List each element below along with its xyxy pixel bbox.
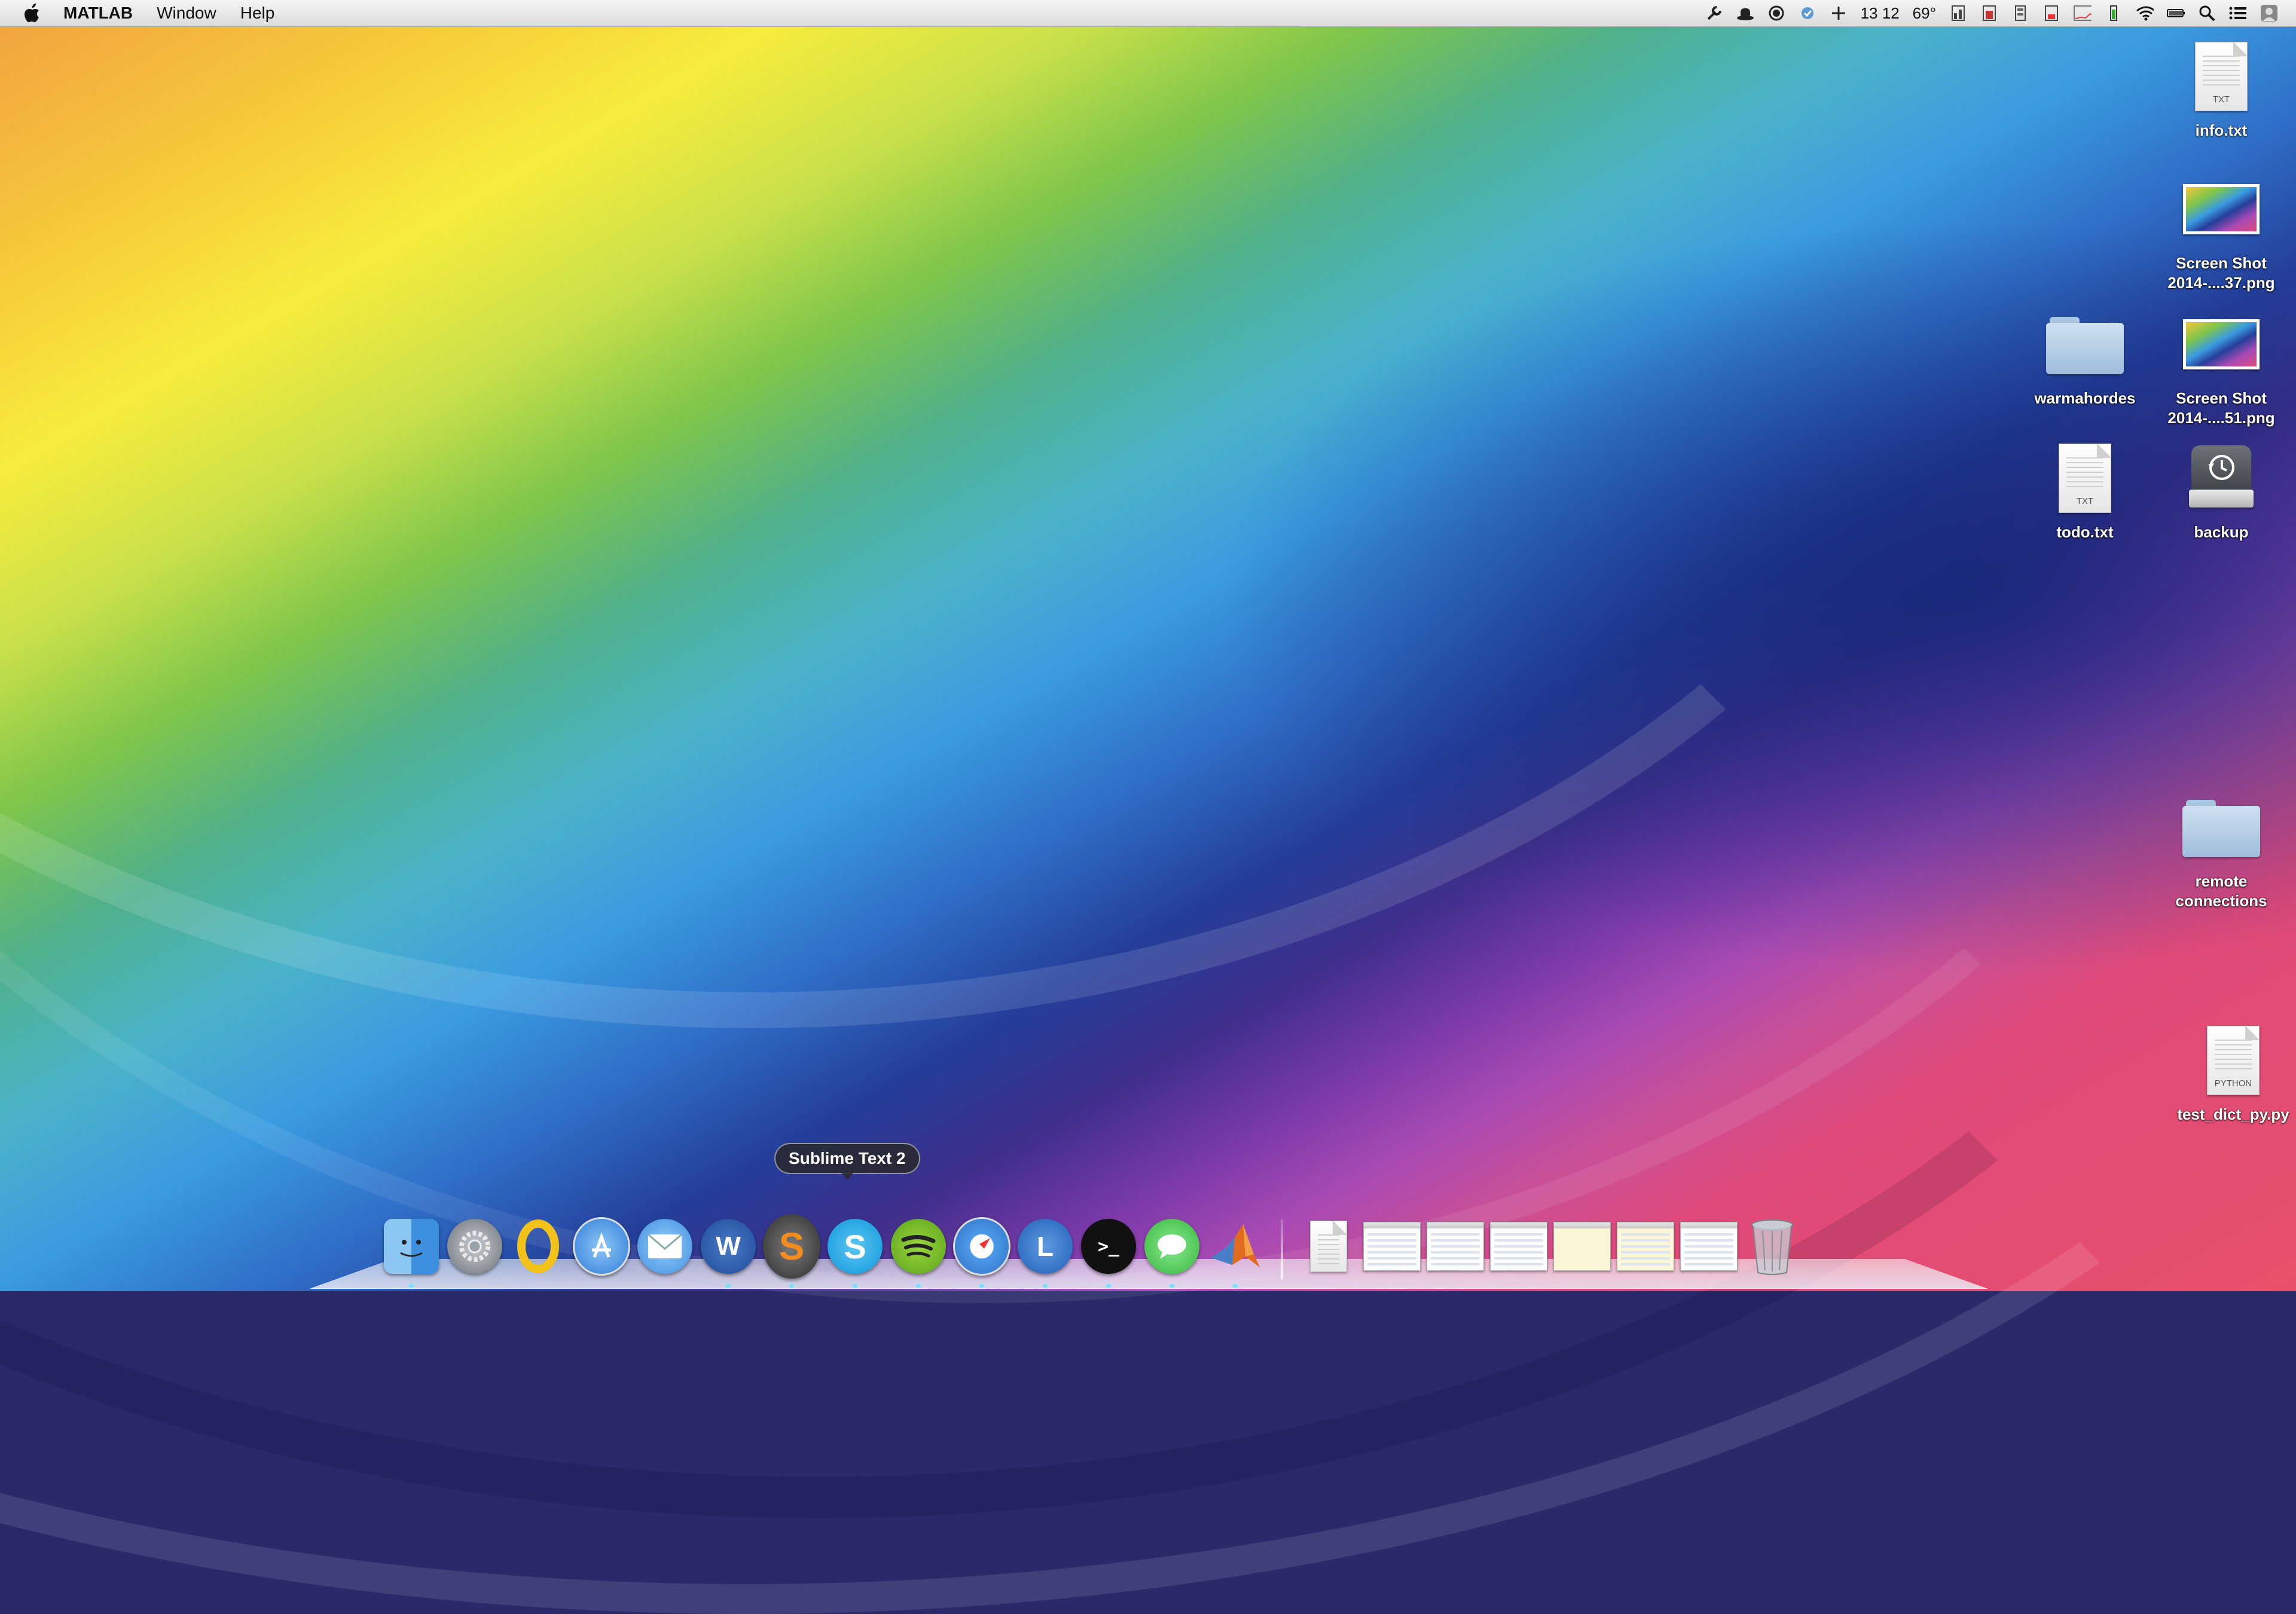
dock-item-app-store[interactable] [573,1213,630,1279]
desktop-icon-label: todo.txt [2056,523,2114,541]
finder-icon [384,1219,439,1274]
desktop-icon-label: info.txt [2195,121,2248,139]
wifi-icon[interactable] [2136,4,2154,22]
dock-minimized-window-5[interactable] [1617,1213,1674,1279]
text-file-icon: TXT [2195,42,2248,111]
dock-item-opera[interactable] [509,1213,567,1279]
safari-icon [953,1217,1010,1276]
desktop-icon-label: Screen Shot 2014-....51.png [2167,389,2275,427]
menu-help[interactable]: Help [240,4,275,23]
word-icon: W [701,1219,756,1274]
desktop-wallpaper [0,0,2296,1614]
python-file-icon: PYTHON [2207,1026,2260,1095]
disk-meter-icon[interactable] [2011,4,2029,22]
wrench-icon[interactable] [1705,4,1723,22]
spotlight-search-icon[interactable] [2198,4,2216,22]
dock-tooltip: Sublime Text 2 [774,1143,920,1180]
trash-icon [1751,1219,1793,1275]
battery-monitor-icon[interactable] [2105,4,2123,22]
apple-menu-icon[interactable] [24,3,42,23]
time-machine-drive-icon [2189,445,2254,511]
minimized-window-thumbnail [1363,1222,1421,1271]
status-menus: 13 12 69° [1705,0,2278,26]
record-icon[interactable] [1767,4,1785,22]
dock-item-finder[interactable] [383,1213,440,1288]
dock-minimized-window-4[interactable] [1553,1213,1611,1279]
minimized-window-thumbnail [1490,1222,1547,1271]
minimized-window-thumbnail [1617,1222,1674,1271]
dock-separator [1281,1219,1283,1279]
menu-bar: MATLAB Window Help 13 12 69° [0,0,2296,27]
sync-icon[interactable] [1799,4,1816,22]
messages-icon [1144,1219,1199,1274]
dock-item-documents[interactable] [1300,1213,1357,1279]
battery-icon[interactable] [2167,4,2185,22]
memory-meter-icon[interactable] [1980,4,1998,22]
desktop-icon-todo-txt[interactable]: TXT todo.txt [2016,436,2154,542]
minimized-window-thumbnail [1553,1222,1611,1271]
desktop-icon-label: remote connections [2175,872,2267,910]
dock-item-sublime-text[interactable]: S [763,1213,820,1288]
dock-item-trash[interactable] [1744,1213,1801,1279]
desktop-icon-backup[interactable]: backup [2152,436,2290,542]
spotify-icon [891,1219,946,1274]
mail-icon [637,1219,692,1274]
desktop-icon-screenshot-37[interactable]: Screen Shot 2014-....37.png [2152,167,2290,293]
dock-item-system-preferences[interactable] [446,1213,503,1279]
opera-icon [511,1219,566,1274]
dock-item-matlab[interactable] [1207,1213,1264,1288]
dock-minimized-window-1[interactable] [1363,1213,1421,1279]
hat-icon[interactable] [1736,4,1754,22]
notification-center-icon[interactable] [2229,4,2247,22]
image-file-icon [2183,184,2260,234]
text-file-icon: TXT [2059,444,2111,513]
cpu-meter-icon[interactable] [1949,4,1967,22]
lync-icon: L [1018,1219,1073,1274]
terminal-icon: >_ [1081,1219,1136,1274]
matlab-icon [1208,1219,1263,1274]
dock-item-mail[interactable] [636,1213,694,1279]
clock-text[interactable]: 13 12 [1861,4,1900,23]
desktop-icon-screenshot-51[interactable]: Screen Shot 2014-....51.png [2152,302,2290,428]
dock-minimized-window-2[interactable] [1427,1213,1484,1279]
desktop-icon-label: backup [2194,523,2249,541]
dock-item-messages[interactable] [1143,1213,1201,1288]
dock-item-spotify[interactable] [890,1213,947,1288]
dock-item-word[interactable]: W [700,1213,757,1288]
system-preferences-icon [447,1219,502,1274]
desktop-icon-info-txt[interactable]: TXT info.txt [2152,35,2290,140]
temperature-text[interactable]: 69° [1913,4,1936,23]
menu-app-name[interactable]: MATLAB [63,4,133,23]
dock-minimized-window-3[interactable] [1490,1213,1547,1279]
dock-item-skype[interactable]: S [826,1213,884,1288]
desktop-icon-warmahordes[interactable]: warmahordes [2016,302,2154,408]
skype-icon: S [828,1219,883,1274]
folder-icon [2046,314,2124,374]
dock-item-terminal[interactable]: >_ [1080,1213,1137,1288]
desktop-icon-label: test_dict_py.py [2177,1105,2289,1123]
menu-window[interactable]: Window [157,4,216,23]
desktop-icon-test-dict-py[interactable]: PYTHON test_dict_py.py [2164,1019,2296,1124]
dock-item-safari[interactable] [953,1213,1010,1288]
dock-item-lync[interactable]: L [1016,1213,1074,1288]
dock-minimized-window-6[interactable] [1680,1213,1738,1279]
dock: W S S L >_ [383,1202,1801,1288]
minimized-window-thumbnail [1680,1222,1738,1271]
documents-stack-icon [1310,1221,1347,1272]
sublime-text-icon: S [763,1214,820,1279]
desktop-icon-label: Screen Shot 2014-....37.png [2167,254,2275,292]
image-file-icon [2183,319,2260,369]
network-meter-icon[interactable] [2042,4,2060,22]
folder-icon [2182,797,2260,857]
desktop-icon-label: warmahordes [2034,389,2136,407]
minimized-window-thumbnail [1427,1222,1484,1271]
activity-graph-icon[interactable] [2074,4,2092,22]
user-icon[interactable] [2260,4,2278,22]
desktop-icon-remote-connections[interactable]: remote connections [2152,785,2290,911]
move-icon[interactable] [1830,4,1848,22]
app-store-icon [573,1217,630,1276]
